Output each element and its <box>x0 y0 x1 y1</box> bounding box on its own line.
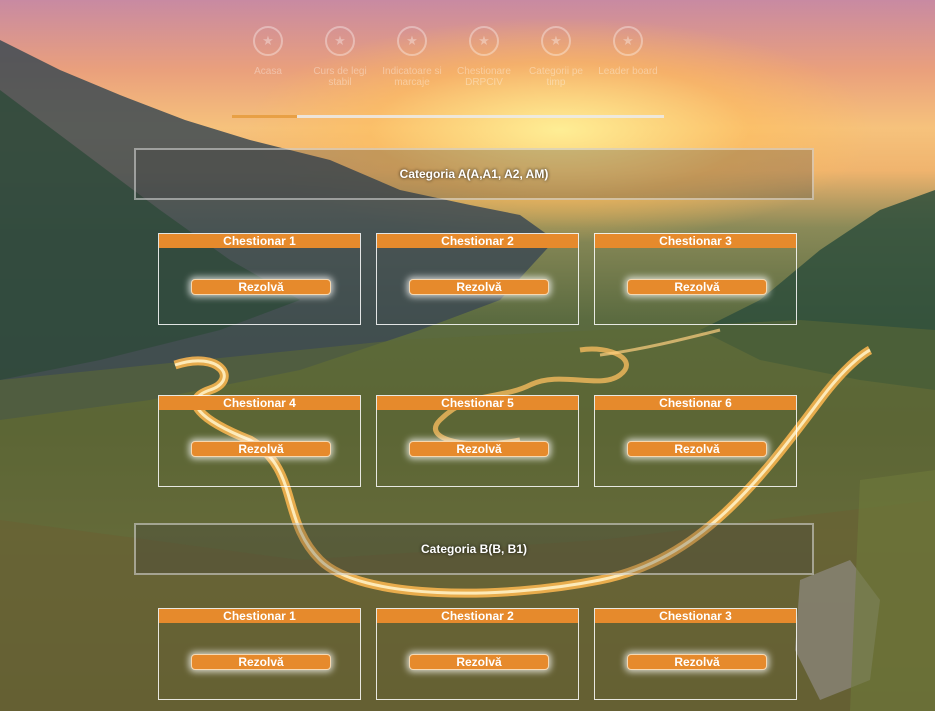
solve-button[interactable]: Rezolvă <box>627 654 767 670</box>
solve-button[interactable]: Rezolvă <box>409 279 549 295</box>
star-icon: ★ <box>253 26 283 56</box>
quiz-title: Chestionar 3 <box>595 609 796 623</box>
quiz-card: Chestionar 3 Rezolvă <box>594 233 797 325</box>
solve-button[interactable]: Rezolvă <box>409 654 549 670</box>
step-label: Acasa <box>254 66 282 77</box>
star-icon: ★ <box>325 26 355 56</box>
quiz-card: Chestionar 1 Rezolvă <box>158 233 361 325</box>
solve-button[interactable]: Rezolvă <box>191 654 331 670</box>
stepper-nav: ★ Acasa ★ Curs de legi stabil ★ Indicato… <box>232 26 664 118</box>
progress-fill <box>232 115 297 118</box>
star-icon: ★ <box>541 26 571 56</box>
quiz-title: Chestionar 6 <box>595 396 796 410</box>
quiz-title: Chestionar 1 <box>159 609 360 623</box>
solve-button[interactable]: Rezolvă <box>627 279 767 295</box>
star-icon: ★ <box>613 26 643 56</box>
quiz-card: Chestionar 4 Rezolvă <box>158 395 361 487</box>
step-label: Leader board <box>598 66 658 77</box>
step-label: Indicatoare si marcaje <box>382 66 442 88</box>
category-a-header: Categoria A(A,A1, A2, AM) <box>134 148 814 200</box>
solve-button[interactable]: Rezolvă <box>191 279 331 295</box>
quiz-title: Chestionar 2 <box>377 609 578 623</box>
step-curs-de-legi[interactable]: ★ Curs de legi stabil <box>304 26 376 88</box>
step-label: Chestionare DRPCIV <box>457 66 511 88</box>
quiz-title: Chestionar 2 <box>377 234 578 248</box>
quiz-title: Chestionar 1 <box>159 234 360 248</box>
step-acasa[interactable]: ★ Acasa <box>232 26 304 77</box>
star-icon: ★ <box>469 26 499 56</box>
step-label: Categorii pe timp <box>529 66 583 88</box>
solve-button[interactable]: Rezolvă <box>409 441 549 457</box>
quiz-card: Chestionar 1 Rezolvă <box>158 608 361 700</box>
star-icon: ★ <box>397 26 427 56</box>
solve-button[interactable]: Rezolvă <box>191 441 331 457</box>
quiz-title: Chestionar 3 <box>595 234 796 248</box>
quiz-title: Chestionar 4 <box>159 396 360 410</box>
step-chestionare-drpciv[interactable]: ★ Chestionare DRPCIV <box>448 26 520 88</box>
solve-button[interactable]: Rezolvă <box>627 441 767 457</box>
category-b-header: Categoria B(B, B1) <box>134 523 814 575</box>
quiz-title: Chestionar 5 <box>377 396 578 410</box>
step-leader-board[interactable]: ★ Leader board <box>592 26 664 77</box>
category-title: Categoria A(A,A1, A2, AM) <box>399 167 549 181</box>
quiz-card: Chestionar 5 Rezolvă <box>376 395 579 487</box>
quiz-card: Chestionar 6 Rezolvă <box>594 395 797 487</box>
progress-bar <box>232 115 664 118</box>
quiz-card: Chestionar 2 Rezolvă <box>376 608 579 700</box>
category-title: Categoria B(B, B1) <box>420 542 527 556</box>
quiz-card: Chestionar 3 Rezolvă <box>594 608 797 700</box>
step-label: Curs de legi stabil <box>313 66 367 88</box>
quiz-card: Chestionar 2 Rezolvă <box>376 233 579 325</box>
step-categorii-pe-timp[interactable]: ★ Categorii pe timp <box>520 26 592 88</box>
step-indicatoare[interactable]: ★ Indicatoare si marcaje <box>376 26 448 88</box>
